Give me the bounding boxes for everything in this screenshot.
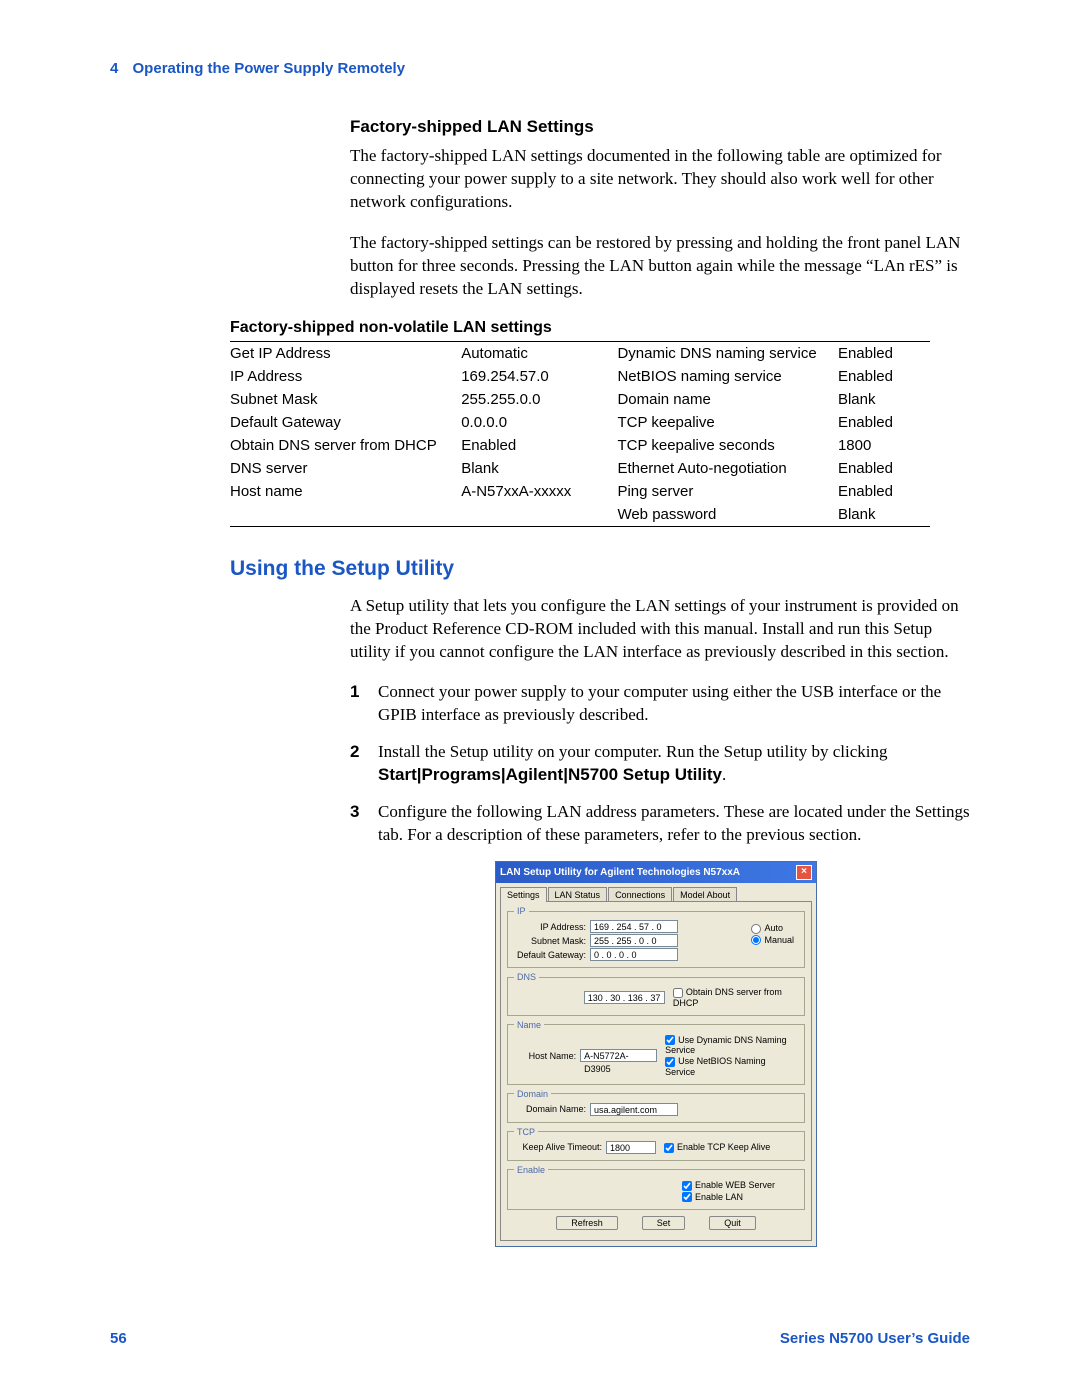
- table-row: Get IP AddressAutomaticDynamic DNS namin…: [230, 342, 930, 365]
- gateway-input[interactable]: 0 . 0 . 0 . 0: [590, 948, 678, 961]
- step-text: Configure the following LAN address para…: [378, 801, 970, 847]
- running-header: 4 Operating the Power Supply Remotely: [110, 60, 970, 77]
- step-item: 3Configure the following LAN address par…: [350, 801, 970, 847]
- chapter-number: 4: [110, 60, 118, 77]
- enable-web-checkbox[interactable]: [682, 1181, 692, 1191]
- enable-lan-checkbox[interactable]: [682, 1192, 692, 1202]
- manual-page: 4 Operating the Power Supply Remotely Fa…: [0, 0, 1080, 1397]
- lan-settings-table: Factory-shipped non-volatile LAN setting…: [230, 319, 930, 527]
- ip-mode-radios: Auto Manual: [751, 922, 794, 946]
- dns-dhcp-checkbox[interactable]: [673, 988, 683, 998]
- table-row: Host nameA-N57xxA-xxxxxPing serverEnable…: [230, 480, 930, 503]
- guide-title: Series N5700 User’s Guide: [780, 1330, 970, 1347]
- domain-input[interactable]: usa.agilent.com: [590, 1103, 678, 1116]
- tcp-legend: TCP: [514, 1127, 538, 1137]
- dialog-titlebar[interactable]: LAN Setup Utility for Agilent Technologi…: [496, 862, 816, 883]
- close-icon[interactable]: ×: [796, 865, 812, 880]
- page-footer: 56 Series N5700 User’s Guide: [110, 1330, 970, 1347]
- step-number: 2: [350, 741, 378, 787]
- table-row: Web passwordBlank: [230, 503, 930, 526]
- factory-heading: Factory-shipped LAN Settings: [350, 117, 970, 137]
- enable-legend: Enable: [514, 1165, 548, 1175]
- setup-utility-dialog: LAN Setup Utility for Agilent Technologi…: [495, 861, 817, 1247]
- step-item: 1Connect your power supply to your compu…: [350, 681, 970, 727]
- domain-legend: Domain: [514, 1089, 551, 1099]
- quit-button[interactable]: Quit: [709, 1216, 756, 1230]
- table-row: Subnet Mask255.255.0.0Domain nameBlank: [230, 388, 930, 411]
- enable-group: Enable Enable WEB Server Enable LAN: [507, 1165, 805, 1210]
- step-number: 3: [350, 801, 378, 847]
- settings-tabpanel: IP IP Address: 169 . 254 . 57 . 0 Subnet…: [500, 901, 812, 1241]
- ip-address-input[interactable]: 169 . 254 . 57 . 0: [590, 920, 678, 933]
- factory-p1: The factory-shipped LAN settings documen…: [350, 145, 970, 214]
- step-text: Install the Setup utility on your comput…: [378, 741, 970, 787]
- setup-heading: Using the Setup Utility: [230, 557, 970, 581]
- setup-steps: 1Connect your power supply to your compu…: [350, 681, 970, 847]
- tcp-group: TCP Keep Alive Timeout: 1800 Enable TCP …: [507, 1127, 805, 1161]
- hostname-label: Host Name:: [514, 1051, 580, 1061]
- dynamic-dns-checkbox[interactable]: [665, 1035, 675, 1045]
- set-button[interactable]: Set: [642, 1216, 686, 1230]
- hostname-input[interactable]: A-N5772A-D3905: [580, 1049, 657, 1062]
- refresh-button[interactable]: Refresh: [556, 1216, 618, 1230]
- dialog-tabs: SettingsLAN StatusConnectionsModel About: [500, 887, 812, 902]
- name-legend: Name: [514, 1020, 544, 1030]
- chapter-title: Operating the Power Supply Remotely: [133, 60, 406, 77]
- table-row: Obtain DNS server from DHCPEnabledTCP ke…: [230, 434, 930, 457]
- subnet-mask-input[interactable]: 255 . 255 . 0 . 0: [590, 934, 678, 947]
- domain-group: Domain Domain Name: usa.agilent.com: [507, 1089, 805, 1123]
- dialog-buttons: Refresh Set Quit: [507, 1216, 805, 1230]
- step-number: 1: [350, 681, 378, 727]
- ip-address-label: IP Address:: [514, 922, 590, 932]
- setup-intro: A Setup utility that lets you configure …: [350, 595, 970, 664]
- keepalive-input[interactable]: 1800: [606, 1141, 656, 1154]
- tab-lan-status[interactable]: LAN Status: [548, 887, 608, 902]
- name-group: Name Host Name: A-N5772A-D3905 Use Dynam…: [507, 1020, 805, 1085]
- dns-legend: DNS: [514, 972, 539, 982]
- ip-group: IP IP Address: 169 . 254 . 57 . 0 Subnet…: [507, 906, 805, 968]
- tab-settings[interactable]: Settings: [500, 887, 547, 902]
- keepalive-checkbox[interactable]: [664, 1143, 674, 1153]
- tab-connections[interactable]: Connections: [608, 887, 672, 902]
- auto-radio[interactable]: [751, 924, 761, 934]
- page-number: 56: [110, 1330, 127, 1347]
- factory-p2: The factory-shipped settings can be rest…: [350, 232, 970, 301]
- netbios-checkbox[interactable]: [665, 1057, 675, 1067]
- ip-legend: IP: [514, 906, 529, 916]
- manual-radio[interactable]: [751, 935, 761, 945]
- keepalive-label: Keep Alive Timeout:: [514, 1142, 606, 1152]
- table-row: DNS serverBlankEthernet Auto-negotiation…: [230, 457, 930, 480]
- gateway-label: Default Gateway:: [514, 950, 590, 960]
- dialog-title: LAN Setup Utility for Agilent Technologi…: [500, 867, 740, 878]
- dns-group: DNS 130 . 30 . 136 . 37 Obtain DNS serve…: [507, 972, 805, 1016]
- domain-label: Domain Name:: [514, 1104, 590, 1114]
- lan-table-title: Factory-shipped non-volatile LAN setting…: [230, 319, 930, 337]
- table-row: Default Gateway0.0.0.0TCP keepaliveEnabl…: [230, 411, 930, 434]
- dns-input[interactable]: 130 . 30 . 136 . 37: [584, 991, 665, 1004]
- step-item: 2Install the Setup utility on your compu…: [350, 741, 970, 787]
- step-text: Connect your power supply to your comput…: [378, 681, 970, 727]
- tab-model-about[interactable]: Model About: [673, 887, 737, 902]
- subnet-mask-label: Subnet Mask:: [514, 936, 590, 946]
- table-row: IP Address169.254.57.0NetBIOS naming ser…: [230, 365, 930, 388]
